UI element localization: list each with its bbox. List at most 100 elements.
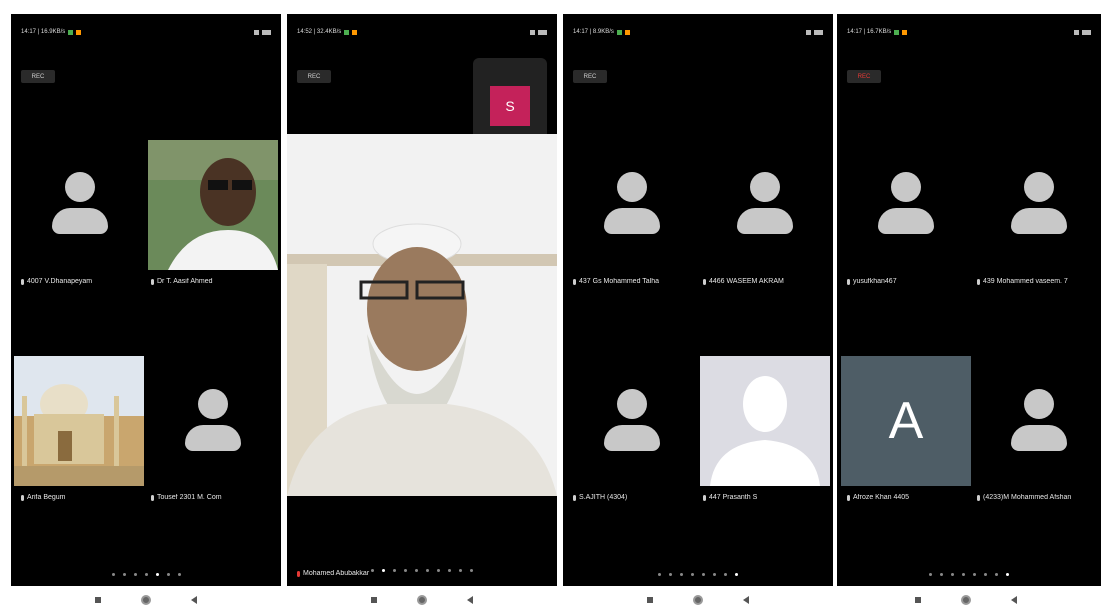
page-dot[interactable] bbox=[713, 573, 716, 576]
mic-icon bbox=[977, 278, 980, 285]
status-time: 14:17 | 16.9KB/s bbox=[21, 29, 66, 35]
page-dot[interactable] bbox=[680, 573, 683, 576]
page-dot[interactable] bbox=[437, 569, 440, 572]
page-dot[interactable] bbox=[995, 573, 998, 576]
page-dot[interactable] bbox=[177, 573, 181, 576]
self-view-initial: S bbox=[490, 86, 530, 126]
battery-icon bbox=[1082, 29, 1091, 35]
participant-photo bbox=[148, 140, 278, 270]
rec-indicator: REC bbox=[21, 70, 55, 83]
back-icon[interactable] bbox=[1011, 596, 1017, 604]
home-icon[interactable] bbox=[417, 595, 427, 605]
page-dot[interactable] bbox=[951, 573, 954, 576]
page-dot[interactable] bbox=[415, 569, 418, 572]
person-placeholder-icon bbox=[604, 389, 660, 453]
page-dot[interactable] bbox=[393, 569, 396, 572]
participant-name: 439 Mohammed vaseem. 7 bbox=[977, 278, 1101, 285]
page-dot-active[interactable] bbox=[735, 573, 738, 576]
page-dot[interactable] bbox=[166, 573, 170, 576]
participant-video-tile[interactable] bbox=[700, 356, 830, 486]
participant-tile[interactable] bbox=[567, 356, 697, 486]
participant-tile[interactable] bbox=[974, 356, 1101, 486]
page-indicator[interactable] bbox=[837, 573, 1101, 576]
phone-screen-3: 14:17 | 8.9KB/s REC 437 Gs Mohammed Talh… bbox=[563, 14, 833, 586]
back-icon[interactable] bbox=[191, 596, 197, 604]
signal-icon bbox=[806, 29, 811, 35]
mic-icon bbox=[847, 494, 850, 501]
participant-tile[interactable] bbox=[974, 139, 1101, 269]
app-icon bbox=[616, 29, 622, 35]
person-placeholder-icon bbox=[737, 172, 793, 236]
page-dot[interactable] bbox=[940, 573, 943, 576]
page-dot[interactable] bbox=[122, 573, 126, 576]
participant-name: 4466 WASEEM AKRAM bbox=[703, 278, 828, 285]
page-dot[interactable] bbox=[962, 573, 965, 576]
page-indicator[interactable] bbox=[287, 569, 557, 572]
recents-icon[interactable] bbox=[371, 597, 377, 603]
page-dot[interactable] bbox=[426, 569, 429, 572]
rec-indicator: REC bbox=[297, 70, 331, 83]
speaker-photo bbox=[287, 134, 557, 496]
page-dot[interactable] bbox=[984, 573, 987, 576]
status-time: 14:52 | 32.4KB/s bbox=[297, 29, 342, 35]
active-speaker-video[interactable] bbox=[287, 134, 557, 496]
page-indicator[interactable] bbox=[563, 573, 833, 576]
android-nav-bar bbox=[11, 592, 281, 608]
page-dot[interactable] bbox=[144, 573, 148, 576]
home-icon[interactable] bbox=[693, 595, 703, 605]
participant-tile[interactable] bbox=[700, 139, 830, 269]
page-dot[interactable] bbox=[404, 569, 407, 572]
participant-name: yusufkhan467 bbox=[847, 278, 972, 285]
app-icon bbox=[68, 29, 74, 35]
person-placeholder-icon bbox=[185, 389, 241, 453]
participant-name: 437 Gs Mohammed Talha bbox=[573, 278, 698, 285]
mic-icon bbox=[21, 278, 24, 285]
page-dot[interactable] bbox=[702, 573, 705, 576]
mic-icon bbox=[573, 278, 576, 285]
participant-tile[interactable] bbox=[567, 139, 697, 269]
page-dot[interactable] bbox=[470, 569, 473, 572]
page-dot[interactable] bbox=[669, 573, 672, 576]
participant-tile[interactable] bbox=[15, 139, 145, 269]
page-dot[interactable] bbox=[973, 573, 976, 576]
signal-icon bbox=[530, 29, 535, 35]
mic-icon bbox=[847, 278, 850, 285]
phone-screen-4: 14:17 | 16.7KB/s REC yusufkhan467 439 Mo… bbox=[837, 14, 1101, 586]
mic-icon bbox=[573, 494, 576, 501]
back-icon[interactable] bbox=[467, 596, 473, 604]
recents-icon[interactable] bbox=[647, 597, 653, 603]
recents-icon[interactable] bbox=[915, 597, 921, 603]
page-dot[interactable] bbox=[724, 573, 727, 576]
android-nav-bar bbox=[563, 592, 833, 608]
page-dot-active[interactable] bbox=[382, 569, 385, 572]
person-placeholder-icon bbox=[878, 172, 934, 236]
participant-video-tile[interactable] bbox=[14, 356, 144, 486]
page-dot[interactable] bbox=[658, 573, 661, 576]
participant-video-tile[interactable] bbox=[148, 140, 278, 270]
letter-avatar-tile[interactable]: A bbox=[841, 356, 971, 486]
page-dot-active[interactable] bbox=[155, 573, 159, 576]
page-dot[interactable] bbox=[133, 573, 137, 576]
page-dot[interactable] bbox=[111, 573, 115, 576]
participant-tile[interactable] bbox=[841, 139, 971, 269]
battery-icon bbox=[538, 29, 547, 35]
page-dot[interactable] bbox=[691, 573, 694, 576]
mic-icon bbox=[703, 494, 706, 501]
home-icon[interactable] bbox=[141, 595, 151, 605]
participant-tile[interactable] bbox=[148, 356, 278, 486]
page-dot-active[interactable] bbox=[1006, 573, 1009, 576]
page-dot[interactable] bbox=[448, 569, 451, 572]
recents-icon[interactable] bbox=[95, 597, 101, 603]
page-dot[interactable] bbox=[371, 569, 374, 572]
person-placeholder-icon bbox=[1011, 172, 1067, 236]
status-time: 14:17 | 16.7KB/s bbox=[847, 29, 892, 35]
status-bar: 14:52 | 32.4KB/s bbox=[297, 26, 547, 38]
page-dot[interactable] bbox=[929, 573, 932, 576]
page-indicator[interactable] bbox=[11, 573, 281, 576]
app-icon bbox=[76, 29, 82, 35]
android-nav-bar bbox=[287, 592, 557, 608]
page-dot[interactable] bbox=[459, 569, 462, 572]
participant-name: (4233)M Mohammed Afshan bbox=[977, 494, 1101, 501]
back-icon[interactable] bbox=[743, 596, 749, 604]
home-icon[interactable] bbox=[961, 595, 971, 605]
